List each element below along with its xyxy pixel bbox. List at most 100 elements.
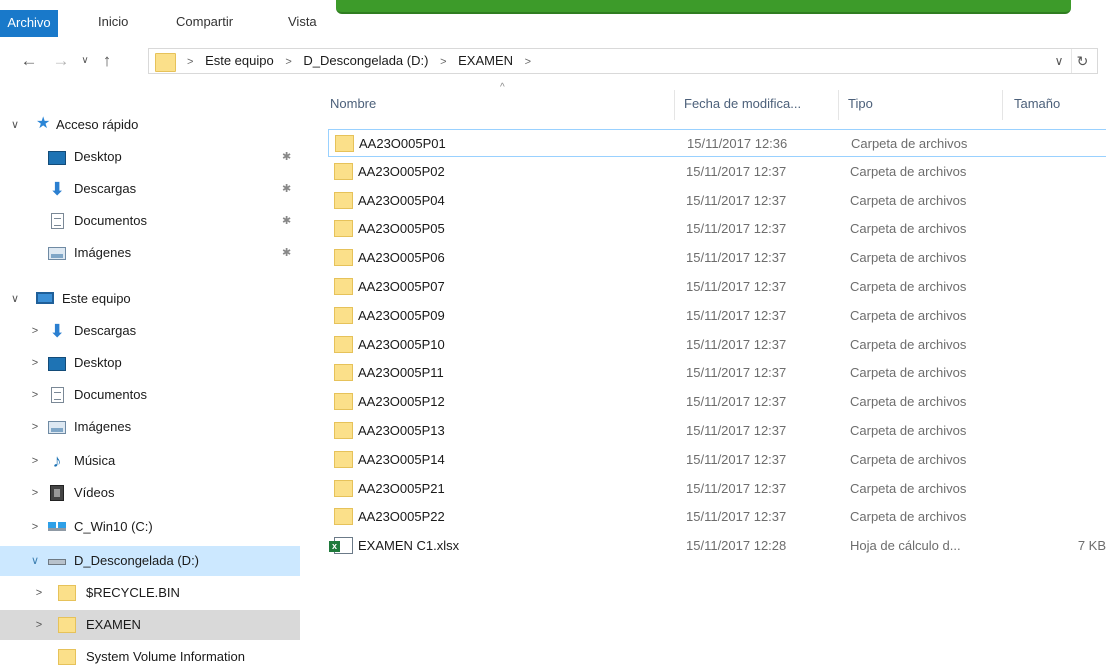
chevron-right-icon[interactable]: > xyxy=(32,578,46,608)
chevron-right-icon[interactable]: > xyxy=(28,316,42,346)
chevron-down-icon[interactable]: ∨ xyxy=(8,110,22,140)
file-name: AA23O005P22 xyxy=(358,509,445,524)
refresh-icon[interactable]: ↻ xyxy=(1071,49,1093,73)
chevron-right-icon[interactable]: > xyxy=(28,512,42,542)
tab-archivo[interactable]: Archivo xyxy=(0,10,58,37)
folder-icon xyxy=(334,393,353,410)
breadcrumb-separator-icon[interactable]: > xyxy=(525,56,531,68)
file-row[interactable]: AA23O005P09 15/11/2017 12:37 Carpeta de ar… xyxy=(328,302,1106,330)
file-row[interactable]: AA23O005P04 15/11/2017 12:37 Carpeta de ar… xyxy=(328,187,1106,215)
column-header-date[interactable]: Fecha de modifica... xyxy=(684,86,801,122)
file-type: Carpeta de archivos xyxy=(850,250,967,265)
chevron-down-icon[interactable]: ∨ xyxy=(8,284,22,314)
nav-label: Desktop xyxy=(74,149,122,164)
file-row[interactable]: AA23O005P22 15/11/2017 12:37 Carpeta de ar… xyxy=(328,503,1106,531)
tab-inicio[interactable]: Inicio xyxy=(96,11,130,33)
file-date: 15/11/2017 12:37 xyxy=(686,337,787,352)
address-dropdown-chevron-icon[interactable]: ∨ xyxy=(1049,49,1069,73)
file-row[interactable]: AA23O005P12 15/11/2017 12:37 Carpeta de ar… xyxy=(328,388,1106,416)
nav-quick-access[interactable]: ∨ ★ Acceso rápido xyxy=(0,110,300,140)
nav-pc-musica[interactable]: > ♪ Música xyxy=(0,446,300,476)
nav-label: Acceso rápido xyxy=(56,117,139,132)
file-date: 15/11/2017 12:37 xyxy=(686,164,787,179)
nav-pc-drive-d[interactable]: ∨ D_Descongelada (D:) xyxy=(0,546,300,576)
nav-quick-descargas[interactable]: ⬇ Descargas ✱ xyxy=(0,174,300,204)
pin-icon[interactable]: ✱ xyxy=(282,174,291,204)
file-row[interactable]: AA23O005P21 15/11/2017 12:37 Carpeta de ar… xyxy=(328,475,1106,503)
column-divider[interactable] xyxy=(838,90,839,120)
pin-icon[interactable]: ✱ xyxy=(282,142,291,172)
nav-label: Desktop xyxy=(74,355,122,370)
file-type: Carpeta de archivos xyxy=(850,308,967,323)
breadcrumb-examen[interactable]: EXAMEN xyxy=(458,53,513,68)
nav-quick-documentos[interactable]: Documentos ✱ xyxy=(0,206,300,236)
nav-pc-videos[interactable]: > Vídeos xyxy=(0,478,300,508)
column-header-name[interactable]: Nombre xyxy=(330,86,376,122)
folder-icon xyxy=(334,278,353,295)
chevron-right-icon[interactable]: > xyxy=(32,610,46,640)
column-header-type[interactable]: Tipo xyxy=(848,86,873,122)
star-icon: ★ xyxy=(36,115,51,132)
breadcrumb-separator-icon: > xyxy=(187,56,194,68)
tab-compartir[interactable]: Compartir xyxy=(174,11,235,33)
nav-d-examen[interactable]: > EXAMEN xyxy=(0,610,300,640)
nav-label: System Volume Information xyxy=(86,649,245,664)
folder-icon xyxy=(58,585,76,601)
file-row[interactable]: AA23O005P02 15/11/2017 12:37 Carpeta de ar… xyxy=(328,158,1106,186)
file-row[interactable]: EXAMEN C1.xlsx 15/11/2017 12:28 Hoja de cá… xyxy=(328,532,1106,560)
nav-pc-documentos[interactable]: > Documentos xyxy=(0,380,300,410)
nav-pc-desktop[interactable]: > Desktop xyxy=(0,348,300,378)
nav-d-system-volume[interactable]: System Volume Information xyxy=(0,642,300,669)
chevron-right-icon[interactable]: > xyxy=(28,412,42,442)
nav-label: Descargas xyxy=(74,323,137,338)
chevron-right-icon[interactable]: > xyxy=(28,478,42,508)
file-type: Carpeta de archivos xyxy=(850,337,967,352)
nav-label: EXAMEN xyxy=(86,617,141,632)
folder-icon xyxy=(58,649,76,665)
file-row[interactable]: AA23O005P10 15/11/2017 12:37 Carpeta de ar… xyxy=(328,331,1106,359)
chevron-right-icon[interactable]: > xyxy=(28,348,42,378)
column-divider[interactable] xyxy=(1002,90,1003,120)
file-row[interactable]: AA23O005P06 15/11/2017 12:37 Carpeta de ar… xyxy=(328,244,1106,272)
file-row[interactable]: AA23O005P13 15/11/2017 12:37 Carpeta de ar… xyxy=(328,417,1106,445)
nav-this-pc[interactable]: ∨ Este equipo xyxy=(0,284,300,314)
breadcrumb-separator-icon[interactable]: > xyxy=(285,56,291,68)
music-note-icon: ♪ xyxy=(52,451,62,471)
file-row[interactable]: AA23O005P14 15/11/2017 12:37 Carpeta de ar… xyxy=(328,446,1106,474)
nav-pc-descargas[interactable]: > ⬇ Descargas xyxy=(0,316,300,346)
chevron-right-icon[interactable]: > xyxy=(28,380,42,410)
column-header-size[interactable]: Tamaño xyxy=(1014,86,1060,122)
address-bar[interactable]: > Este equipo > D_Descongelada (D:) > EX… xyxy=(148,48,1098,74)
file-date: 15/11/2017 12:37 xyxy=(686,394,787,409)
nav-quick-imagenes[interactable]: Imágenes ✱ xyxy=(0,238,300,268)
breadcrumb-separator-icon[interactable]: > xyxy=(440,56,446,68)
forward-arrow-icon[interactable]: → xyxy=(50,50,72,72)
column-divider[interactable] xyxy=(674,90,675,120)
file-name: AA23O005P11 xyxy=(358,365,444,380)
tab-vista[interactable]: Vista xyxy=(286,11,319,33)
breadcrumb-este-equipo[interactable]: Este equipo xyxy=(205,53,274,68)
chevron-right-icon[interactable]: > xyxy=(28,446,42,476)
file-date: 15/11/2017 12:37 xyxy=(686,279,787,294)
folder-icon xyxy=(334,163,353,180)
nav-pc-drive-c[interactable]: > C_Win10 (C:) xyxy=(0,512,300,542)
nav-pc-imagenes[interactable]: > Imágenes xyxy=(0,412,300,442)
nav-label: D_Descongelada (D:) xyxy=(74,553,200,568)
file-row[interactable]: AA23O005P11 15/11/2017 12:37 Carpeta de ar… xyxy=(328,359,1106,387)
nav-label: Imágenes xyxy=(74,419,132,434)
recent-locations-chevron-icon[interactable]: ∨ xyxy=(74,50,96,72)
chevron-down-icon[interactable]: ∨ xyxy=(28,546,42,576)
drive-icon xyxy=(48,559,66,565)
breadcrumb-d-descongelada[interactable]: D_Descongelada (D:) xyxy=(303,53,428,68)
nav-d-recycle-bin[interactable]: > $RECYCLE.BIN xyxy=(0,578,300,608)
file-row[interactable]: AA23O005P05 15/11/2017 12:37 Carpeta de ar… xyxy=(328,215,1106,243)
nav-quick-desktop[interactable]: Desktop ✱ xyxy=(0,142,300,172)
up-arrow-icon[interactable]: ↑ xyxy=(96,50,118,72)
back-arrow-icon[interactable]: ← xyxy=(18,50,40,72)
pin-icon[interactable]: ✱ xyxy=(282,206,291,236)
file-row[interactable]: AA23O005P07 15/11/2017 12:37 Carpeta de ar… xyxy=(328,273,1106,301)
pictures-icon xyxy=(48,247,66,260)
file-row[interactable]: AA23O005P01 15/11/2017 12:36 Carpeta de ar… xyxy=(328,129,1106,157)
folder-icon xyxy=(334,307,353,324)
pin-icon[interactable]: ✱ xyxy=(282,238,291,268)
